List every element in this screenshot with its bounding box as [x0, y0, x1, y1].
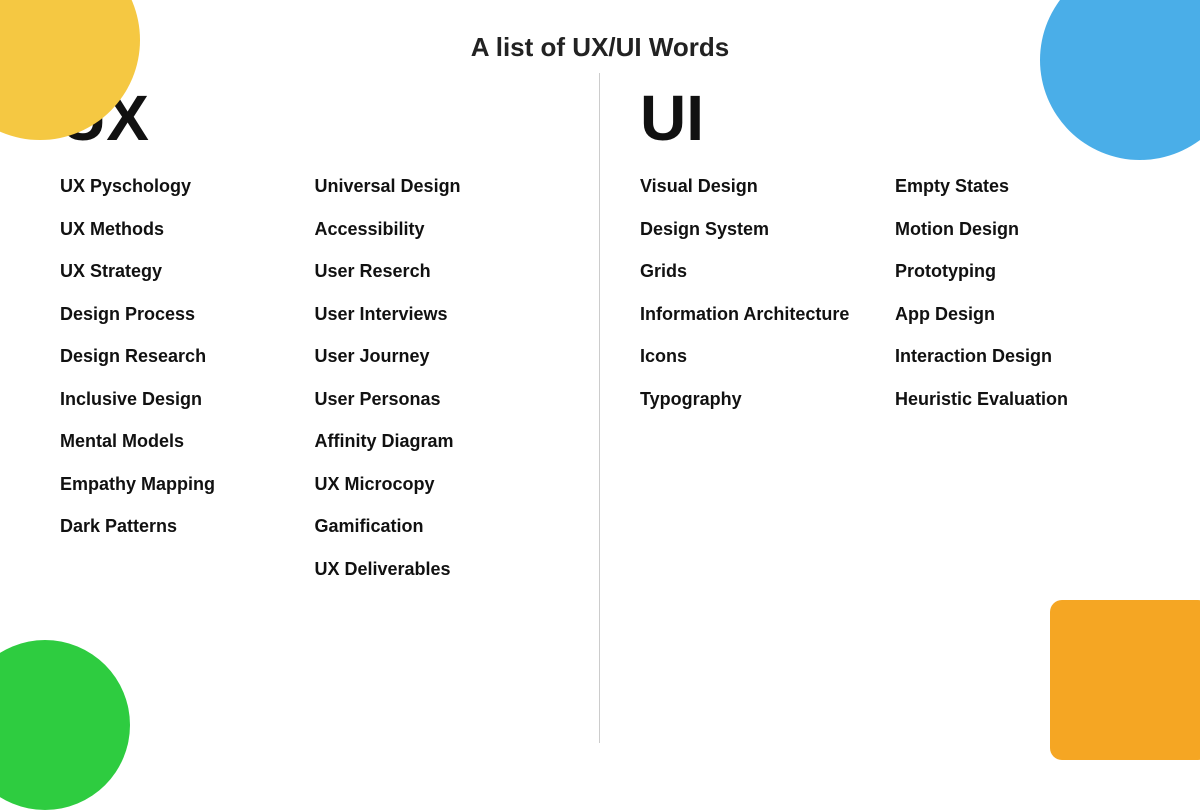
- corner-decoration-orange: [1050, 600, 1200, 760]
- ux-word-columns: UX Pyschology UX Methods UX Strategy Design…: [60, 175, 569, 600]
- list-item: App Design: [895, 303, 1150, 326]
- list-item: UX Microcopy: [315, 473, 570, 496]
- list-item: Accessibility: [315, 218, 570, 241]
- list-item: UX Pyschology: [60, 175, 315, 198]
- ux-col2: Universal Design Accessibility User Reserc…: [315, 175, 570, 600]
- list-item: Gamification: [315, 515, 570, 538]
- list-item: UX Methods: [60, 218, 315, 241]
- list-item: Icons: [640, 345, 895, 368]
- list-item: Prototyping: [895, 260, 1150, 283]
- list-item: Dark Patterns: [60, 515, 315, 538]
- list-item: User Interviews: [315, 303, 570, 326]
- list-item: UX Strategy: [60, 260, 315, 283]
- list-item: Mental Models: [60, 430, 315, 453]
- ux-heading: UX: [60, 81, 569, 155]
- list-item: Inclusive Design: [60, 388, 315, 411]
- list-item: Motion Design: [895, 218, 1150, 241]
- list-item: UX Deliverables: [315, 558, 570, 581]
- list-item: Typography: [640, 388, 895, 411]
- list-item: User Personas: [315, 388, 570, 411]
- list-item: Grids: [640, 260, 895, 283]
- list-item: Universal Design: [315, 175, 570, 198]
- list-item: Heuristic Evaluation: [895, 388, 1150, 411]
- ux-section: UX UX Pyschology UX Methods UX Strategy Des…: [20, 73, 600, 743]
- columns-wrapper: UX UX Pyschology UX Methods UX Strategy Des…: [0, 73, 1200, 743]
- list-item: Design Research: [60, 345, 315, 368]
- ui-col1: Visual Design Design System Grids Informati…: [640, 175, 895, 430]
- ux-col1: UX Pyschology UX Methods UX Strategy Design…: [60, 175, 315, 600]
- list-item: User Reserch: [315, 260, 570, 283]
- list-item: Affinity Diagram: [315, 430, 570, 453]
- list-item: Interaction Design: [895, 345, 1150, 368]
- list-item: Design Process: [60, 303, 315, 326]
- ui-word-columns: Visual Design Design System Grids Informati…: [640, 175, 1150, 430]
- list-item: User Journey: [315, 345, 570, 368]
- list-item: Information Architecture: [640, 303, 895, 326]
- page-title: A list of UX/UI Words: [0, 0, 1200, 73]
- list-item: Empathy Mapping: [60, 473, 315, 496]
- list-item: Visual Design: [640, 175, 895, 198]
- list-item: Empty States: [895, 175, 1150, 198]
- list-item: Design System: [640, 218, 895, 241]
- ui-col2: Empty States Motion Design Prototyping App …: [895, 175, 1150, 430]
